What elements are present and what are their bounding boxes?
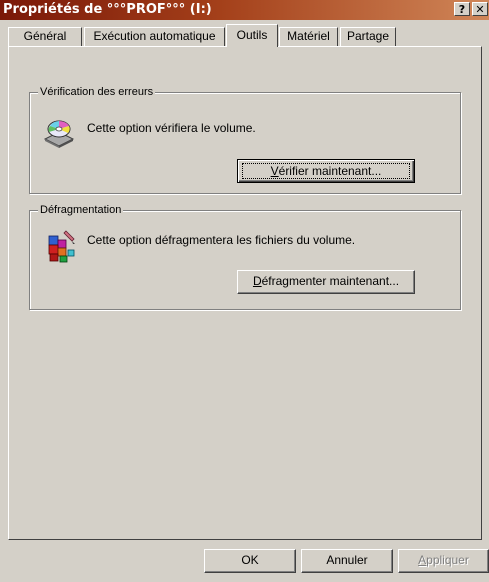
cancel-button[interactable]: Annuler [301,549,393,573]
error-check-group-label: Vérification des erreurs [38,85,156,99]
tab-hardware[interactable]: Matériel [279,27,338,46]
check-now-button[interactable]: Vérifier maintenant... [237,159,415,183]
help-button[interactable]: ? [454,2,470,16]
apply-button[interactable]: Appliquer [398,549,489,573]
tab-bar: Général Exécution automatique Outils Mat… [0,24,489,47]
defrag-blocks-icon [46,229,78,266]
title-bar: Propriétés de °°°PROF°°° (I:) ? ✕ [0,0,489,20]
disk-check-icon [43,117,75,152]
error-check-description: Cette option vérifiera le volume. [87,121,256,135]
tab-autoplay[interactable]: Exécution automatique [84,27,225,46]
window-title: Propriétés de °°°PROF°°° (I:) [3,2,212,17]
tab-tools[interactable]: Outils [226,24,278,47]
check-now-focus-rect: Vérifier maintenant... [242,163,410,179]
ok-button[interactable]: OK [204,549,296,573]
tools-tab-panel: Vérification des erreurs Cette option vé… [8,46,482,540]
tab-general[interactable]: Général [8,27,82,46]
defrag-description: Cette option défragmentera les fichiers … [87,233,356,247]
close-button[interactable]: ✕ [472,2,488,16]
tab-sharing[interactable]: Partage [340,27,396,46]
defrag-now-button[interactable]: Défragmenter maintenant... [237,270,415,294]
defrag-group: Défragmentation Cette option défragmente… [29,203,461,310]
defrag-group-label: Défragmentation [38,203,124,217]
error-check-group: Vérification des erreurs Cette option vé… [29,85,461,194]
